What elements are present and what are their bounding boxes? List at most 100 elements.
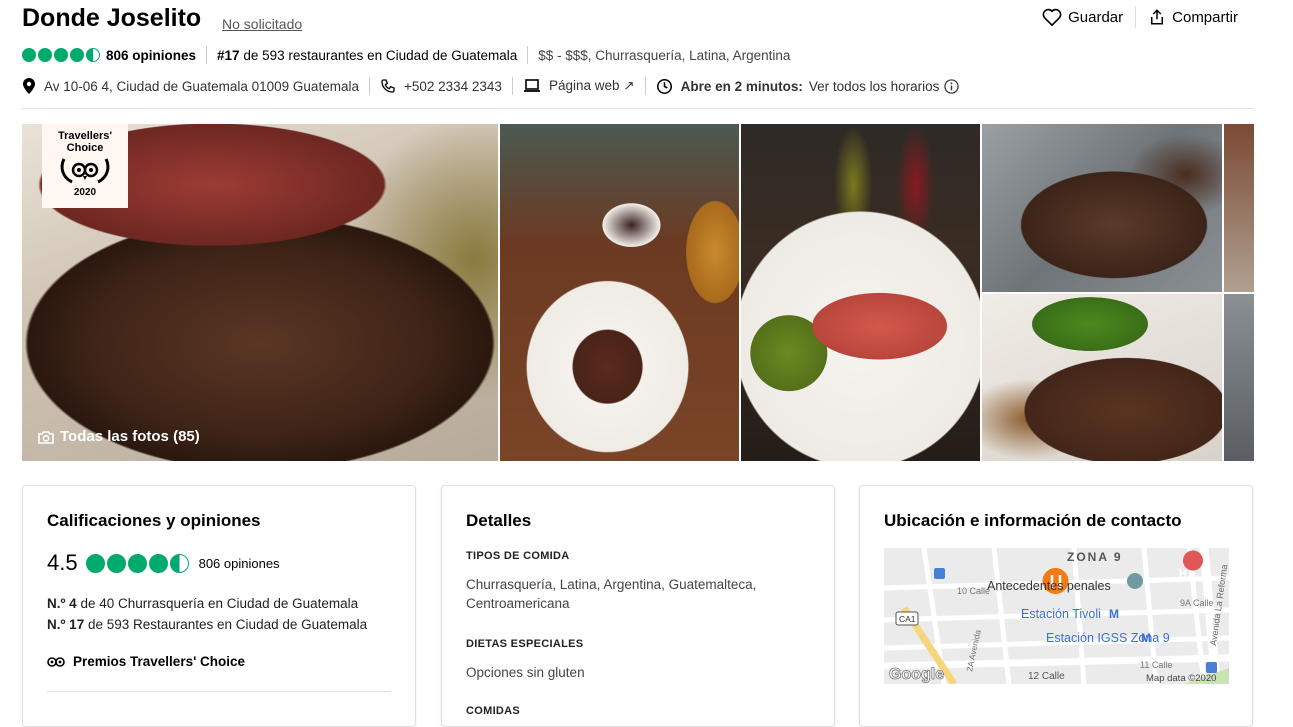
divider bbox=[368, 77, 370, 95]
bubble-icon bbox=[148, 553, 168, 573]
location-title: Ubicación e información de contacto bbox=[884, 511, 1182, 530]
map-street-10-calle: 10 Calle bbox=[957, 586, 990, 596]
divider bbox=[206, 46, 208, 64]
unclaimed-link[interactable]: No solicitado bbox=[222, 16, 302, 32]
open-status: Abre en 2 minutos: bbox=[680, 78, 803, 94]
travellers-choice-award: Premios Travellers' Choice bbox=[47, 654, 245, 669]
badge-year: 2020 bbox=[73, 187, 97, 198]
bus-stop-icon bbox=[934, 568, 945, 579]
phone-text: +502 2334 2343 bbox=[403, 78, 502, 94]
map-zone-label: ZONA 9 bbox=[1067, 550, 1123, 564]
ratings-title: Calificaciones y opiniones bbox=[47, 511, 261, 530]
map-label-tivoli: Estación Tivoli bbox=[1021, 607, 1101, 621]
review-count-link[interactable]: 806 opiniones bbox=[106, 48, 196, 63]
diets-value: Opciones sin gluten bbox=[466, 665, 585, 680]
card-divider bbox=[47, 691, 391, 692]
bubble-icon bbox=[38, 48, 52, 62]
diets-label: DIETAS ESPECIALES bbox=[466, 638, 584, 650]
food-types-value: Churrasquería, Latina, Argentina, Guatem… bbox=[466, 577, 757, 611]
header-divider bbox=[22, 108, 1254, 109]
svg-text:H: H bbox=[1179, 568, 1187, 580]
plates-image bbox=[500, 124, 739, 461]
ranking-restaurants[interactable]: N.º 17 de 593 Restaurantes en Ciudad de … bbox=[47, 617, 367, 632]
map-street-11-calle: 11 Calle bbox=[1140, 660, 1172, 670]
bubble-icon bbox=[85, 553, 105, 573]
partial-image bbox=[1224, 124, 1254, 292]
meals-label: COMIDAS bbox=[466, 705, 521, 717]
details-card: Detalles TIPOS DE COMIDA Churrasquería, … bbox=[441, 485, 835, 727]
bubble-icon bbox=[127, 553, 147, 573]
hours-link[interactable]: Abre en 2 minutos: Ver todos los horario… bbox=[656, 78, 960, 95]
save-label: Guardar bbox=[1068, 8, 1124, 26]
ratings-card: Calificaciones y opiniones 4.5 806 opini… bbox=[22, 485, 416, 727]
photo-table-plates[interactable] bbox=[500, 124, 739, 461]
website-link[interactable]: Página web ↗ bbox=[523, 78, 635, 94]
map-street-9a-calle: 9A Calle bbox=[1180, 598, 1214, 608]
svg-text:M: M bbox=[1109, 607, 1119, 621]
phone-link[interactable]: +502 2334 2343 bbox=[380, 78, 502, 94]
rank1-text: de 40 Churrasquería en Ciudad de Guatema… bbox=[76, 596, 359, 611]
bubble-icon bbox=[70, 48, 84, 62]
heart-icon bbox=[1042, 8, 1062, 26]
divider bbox=[527, 46, 529, 64]
share-button[interactable]: Compartir bbox=[1142, 8, 1244, 26]
page-title: Donde Joselito bbox=[22, 4, 202, 32]
food-types-label: TIPOS DE COMIDA bbox=[466, 550, 570, 562]
main-photo[interactable]: Travellers' Choice 2020 Todas las fotos … bbox=[22, 124, 498, 461]
ratings-review-count[interactable]: 806 opiniones bbox=[199, 556, 280, 571]
bubble-icon bbox=[54, 48, 68, 62]
rating-summary: 4.5 806 opiniones bbox=[47, 550, 280, 576]
map-street-12-calle: 12 Calle bbox=[1028, 671, 1065, 682]
phone-icon bbox=[381, 79, 395, 93]
rating-value: 4.5 bbox=[47, 550, 78, 575]
badge-line1: Travellers' bbox=[58, 130, 112, 142]
photo-gallery: Travellers' Choice 2020 Todas las fotos … bbox=[22, 124, 1254, 461]
photo-grilled-meat[interactable] bbox=[982, 124, 1222, 292]
partial-image bbox=[1224, 294, 1254, 461]
google-logo: Google bbox=[889, 666, 944, 683]
ranking-link[interactable]: #17 de 593 restaurantes en Ciudad de Gua… bbox=[217, 48, 517, 63]
laptop-icon bbox=[523, 79, 540, 92]
rank2-text: de 593 Restaurantes en Ciudad de Guatema… bbox=[84, 617, 368, 632]
photo-steak-onions[interactable] bbox=[982, 294, 1222, 461]
info-icon[interactable] bbox=[944, 78, 960, 94]
steak-onions-image bbox=[982, 294, 1222, 461]
price-cuisine[interactable]: $$ - $$$, Churrasquería, Latina, Argenti… bbox=[538, 48, 790, 63]
share-label: Compartir bbox=[1172, 8, 1238, 26]
rating-bubbles bbox=[22, 48, 102, 62]
map-label-antecedentes: Antecedentes penales bbox=[987, 579, 1111, 593]
rank2-number: N.º 17 bbox=[47, 617, 85, 632]
bus-stop-icon bbox=[1206, 662, 1217, 673]
bubble-icon bbox=[22, 48, 36, 62]
bubble-icon bbox=[106, 553, 126, 573]
map-attribution: Map data ©2020 bbox=[1146, 673, 1216, 684]
hours-link-text: Ver todos los horarios bbox=[808, 78, 940, 94]
ranking-text: de 593 restaurantes en Ciudad de Guatema… bbox=[239, 47, 518, 63]
map-highway-ca1: CA1 bbox=[899, 614, 916, 624]
location-card: Ubicación e información de contacto H ZO… bbox=[859, 485, 1253, 727]
divider bbox=[1135, 6, 1137, 28]
ranking-number: #17 bbox=[217, 47, 240, 63]
divider bbox=[644, 77, 646, 95]
award-label: Premios Travellers' Choice bbox=[73, 654, 246, 669]
photo-sausage-plate[interactable] bbox=[741, 124, 980, 461]
location-map[interactable]: H ZONA 9 Antecedentes penales Estación T… bbox=[884, 548, 1229, 684]
address-link[interactable]: Av 10-06 4, Ciudad de Guatemala 01009 Gu… bbox=[22, 77, 359, 95]
details-title: Detalles bbox=[466, 511, 532, 530]
camera-icon bbox=[38, 430, 54, 444]
save-button[interactable]: Guardar bbox=[1036, 8, 1129, 26]
grilled-meat-image bbox=[982, 124, 1222, 292]
summary-row: 806 opiniones #17 de 593 restaurantes en… bbox=[22, 46, 790, 64]
owl-laurel-icon bbox=[60, 158, 110, 184]
photo-partial-bottom[interactable] bbox=[1224, 294, 1254, 461]
owl-icon bbox=[47, 656, 65, 667]
clock-icon bbox=[656, 78, 672, 94]
all-photos-button[interactable]: Todas las fotos (85) bbox=[38, 428, 200, 445]
landmark-icon bbox=[1127, 573, 1143, 589]
contact-row: Av 10-06 4, Ciudad de Guatemala 01009 Gu… bbox=[22, 77, 960, 95]
sausage-image bbox=[741, 124, 980, 461]
all-photos-label: Todas las fotos (85) bbox=[60, 428, 200, 445]
half-bubble-icon bbox=[86, 48, 100, 62]
ranking-churrasqueria[interactable]: N.º 4 de 40 Churrasquería en Ciudad de G… bbox=[47, 596, 358, 611]
photo-partial-top[interactable] bbox=[1224, 124, 1254, 292]
